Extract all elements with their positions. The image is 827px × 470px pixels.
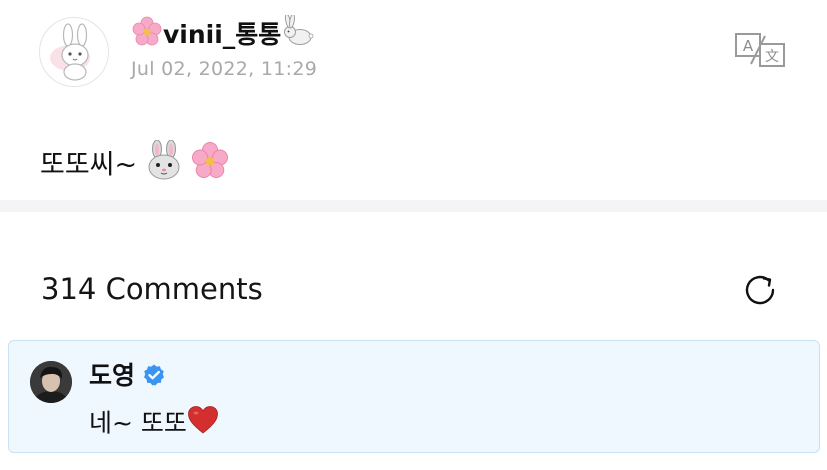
- rabbit-face-icon: [146, 139, 182, 192]
- comment-text-row: 네~ 또또: [89, 405, 219, 444]
- post-body: 또또씨~: [40, 139, 230, 192]
- commenter-name[interactable]: 도영: [89, 359, 135, 393]
- bunny-avatar-icon: [41, 19, 108, 86]
- cherry-blossom-icon: [131, 15, 163, 57]
- red-heart-icon: [187, 405, 219, 444]
- section-divider: [0, 200, 827, 212]
- comments-header: 314 Comments: [0, 212, 827, 340]
- author-avatar[interactable]: [39, 17, 109, 87]
- refresh-button[interactable]: [740, 270, 780, 310]
- post-date: Jul 02, 2022, 11:29: [131, 58, 318, 80]
- post-header: vinii_통통 Jul 02, 2022, 11:29 A 文: [0, 0, 827, 110]
- author-name-row[interactable]: vinii_통통: [131, 13, 315, 57]
- translate-icon: A 文: [735, 33, 785, 67]
- avatar-photo-icon: [30, 361, 72, 403]
- author-name[interactable]: vinii_통통: [163, 20, 281, 49]
- post-body-text: 또또씨~: [40, 149, 138, 181]
- commenter-avatar[interactable]: [30, 361, 72, 403]
- refresh-icon: [745, 275, 775, 305]
- rabbit-icon: [281, 13, 315, 57]
- comment-item[interactable]: 도영 네~ 또또: [8, 340, 820, 453]
- comments-count: 314 Comments: [41, 272, 263, 306]
- svg-text:A: A: [743, 37, 754, 55]
- comment-text: 네~ 또또: [89, 408, 187, 438]
- cherry-blossom-icon: [190, 140, 230, 192]
- verified-badge-icon: [142, 363, 166, 387]
- svg-text:文: 文: [765, 49, 779, 65]
- translate-button[interactable]: A 文: [733, 30, 787, 70]
